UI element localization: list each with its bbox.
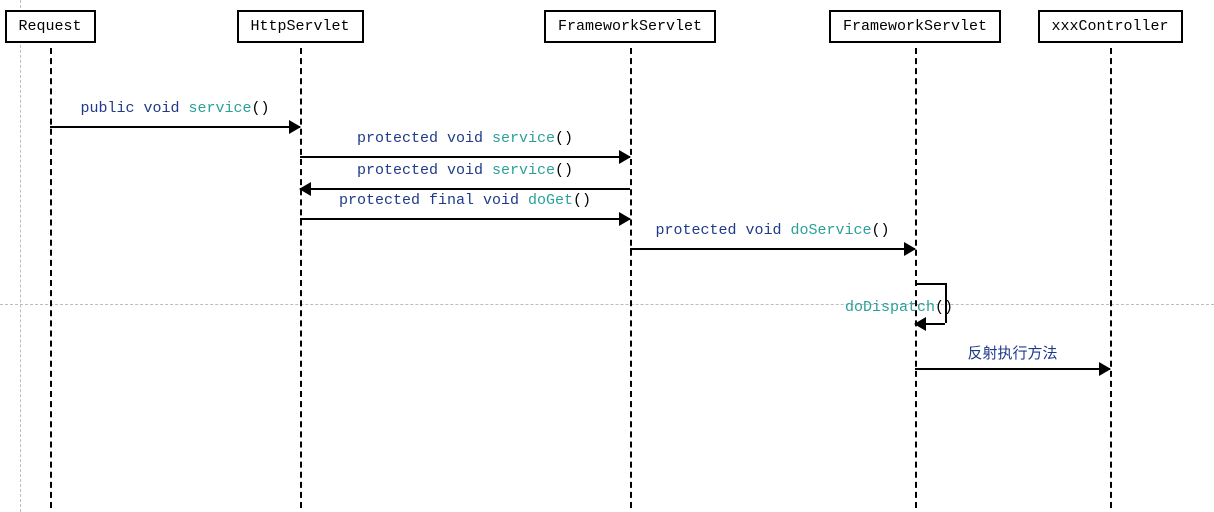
message-label: protected void service() bbox=[300, 130, 630, 147]
lifeline-frameworkservlet1 bbox=[630, 48, 632, 508]
participant-frameworkservlet1: FrameworkServlet bbox=[544, 10, 716, 43]
message-5: 反射执行方法 bbox=[915, 360, 1110, 382]
arrow-right-icon bbox=[904, 242, 916, 256]
message-label: 反射执行方法 bbox=[915, 342, 1110, 363]
grid-horizontal bbox=[0, 304, 1214, 305]
arrow-right-icon bbox=[1099, 362, 1111, 376]
lifeline-controller bbox=[1110, 48, 1112, 508]
message-label: protected void service() bbox=[300, 162, 630, 179]
participant-request: Request bbox=[5, 10, 96, 43]
message-label: protected final void doGet() bbox=[300, 192, 630, 209]
message-4: protected void doService() bbox=[630, 240, 915, 262]
message-0: public void service() bbox=[50, 118, 300, 140]
message-label: public void service() bbox=[50, 100, 300, 117]
self-message-label: doDispatch() bbox=[845, 299, 953, 316]
message-label: protected void doService() bbox=[630, 222, 915, 239]
lifeline-httpservlet bbox=[300, 48, 302, 508]
message-3: protected final void doGet() bbox=[300, 210, 630, 232]
arrow-left-icon bbox=[914, 317, 926, 331]
participant-frameworkservlet2: FrameworkServlet bbox=[829, 10, 1001, 43]
lifeline-frameworkservlet2 bbox=[915, 48, 917, 508]
grid-vertical bbox=[20, 0, 21, 512]
participant-controller: xxxController bbox=[1038, 10, 1183, 43]
lifeline-request bbox=[50, 48, 52, 508]
participant-httpservlet: HttpServlet bbox=[237, 10, 364, 43]
